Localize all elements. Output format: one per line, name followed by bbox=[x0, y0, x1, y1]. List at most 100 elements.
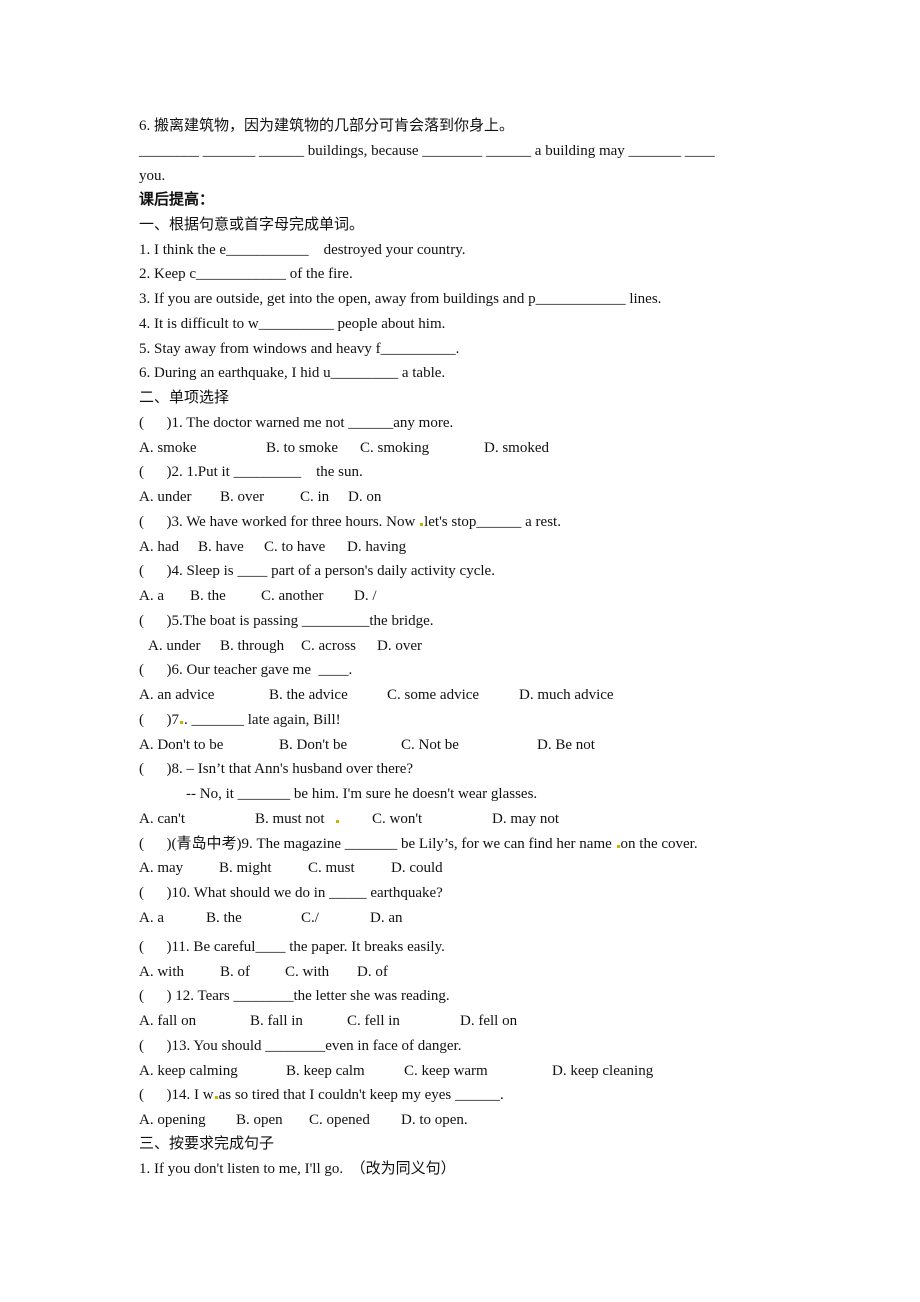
part1-item: 5. Stay away from windows and heavy f___… bbox=[139, 341, 460, 357]
option-c: C. opened bbox=[309, 1112, 370, 1128]
question-options: A. Don't to be B. Don't be C. Not be D. … bbox=[139, 733, 839, 757]
option-c: C. in bbox=[300, 489, 330, 505]
question-stem: ( )10. What should we do in _____ earthq… bbox=[139, 885, 443, 901]
part1-title: 一、根据句意或首字母完成单词。 bbox=[139, 217, 365, 233]
option-b: B. through bbox=[220, 638, 285, 654]
option-b: B. over bbox=[220, 489, 265, 505]
option-b: B. to smoke bbox=[266, 440, 339, 456]
question-options: A. a B. the C./ D. an bbox=[139, 906, 839, 930]
option-c: C. with bbox=[285, 964, 330, 980]
option-c: C. keep warm bbox=[404, 1063, 488, 1079]
question-stem: ( )14. I w as so tired that I couldn't ke… bbox=[139, 1083, 504, 1107]
option-b: B. fall in bbox=[250, 1013, 303, 1029]
question-options: A. opening B. open C. opened D. to open. bbox=[139, 1108, 839, 1132]
question-stem: ( )11. Be careful____ the paper. It brea… bbox=[139, 939, 445, 955]
option-d: D. having bbox=[347, 539, 407, 555]
question-options: A. fall on B. fall in C. fell in D. fell… bbox=[139, 1009, 839, 1033]
option-d: D. much advice bbox=[519, 687, 614, 703]
annotation-mark bbox=[180, 721, 183, 724]
question-stem: ( ) 12. Tears ________the letter she was… bbox=[139, 988, 450, 1004]
question-stem-part: . _______ late again, Bill! bbox=[184, 712, 341, 728]
part2-title: 二、单项选择 bbox=[139, 390, 230, 406]
prev-item6-blanks: ________ _______ ______ buildings, becau… bbox=[139, 143, 715, 159]
option-a: A. a bbox=[139, 588, 164, 604]
option-c: C. some advice bbox=[387, 687, 480, 703]
option-b: B. of bbox=[220, 964, 250, 980]
option-d: D. could bbox=[391, 860, 443, 876]
option-d: D. an bbox=[370, 910, 403, 926]
option-b: B. must not bbox=[255, 811, 325, 827]
question-stem-continued: -- No, it _______ be him. I'm sure he do… bbox=[186, 786, 538, 802]
question-stem: ( )3. We have worked for three hours. No… bbox=[139, 510, 561, 534]
option-c: C. another bbox=[261, 588, 324, 604]
question-stem-part: ( )14. I w bbox=[139, 1087, 214, 1103]
part3-title: 三、按要求完成句子 bbox=[139, 1136, 275, 1152]
option-c: C. to have bbox=[264, 539, 326, 555]
annotation-mark bbox=[335, 807, 340, 831]
question-options: A. smoke B. to smoke C. smoking D. smoke… bbox=[139, 436, 839, 460]
question-stem: ( )2. 1.Put it _________ the sun. bbox=[139, 464, 363, 480]
option-a: A. an advice bbox=[139, 687, 215, 703]
question-options: A. under B. through C. across D. over bbox=[139, 634, 839, 658]
option-a: A. fall on bbox=[139, 1013, 197, 1029]
question-options: A. may B. might C. must D. could bbox=[139, 856, 839, 880]
option-d: D. fell on bbox=[460, 1013, 518, 1029]
option-d: D. smoked bbox=[484, 440, 549, 456]
part1-item: 6. During an earthquake, I hid u________… bbox=[139, 365, 446, 381]
option-c: C. smoking bbox=[360, 440, 430, 456]
option-d: D. over bbox=[377, 638, 422, 654]
after-class-heading: 课后提高： bbox=[139, 192, 215, 208]
option-b: B. might bbox=[219, 860, 272, 876]
option-a: A. under bbox=[139, 489, 192, 505]
option-a: A. with bbox=[139, 964, 184, 980]
question-stem: ( )5.The boat is passing _________the br… bbox=[139, 613, 434, 629]
option-d: D. to open. bbox=[401, 1112, 468, 1128]
prev-item6-prompt: 6. 搬离建筑物，因为建筑物的几部分可肯会落到你身上。 bbox=[139, 118, 515, 134]
option-a: A. a bbox=[139, 910, 164, 926]
question-stem: ( )1. The doctor warned me not ______any… bbox=[139, 415, 454, 431]
question-stem: ( )7 . _______ late again, Bill! bbox=[139, 708, 341, 732]
question-stem: ( )6. Our teacher gave me ____. bbox=[139, 662, 353, 678]
option-c: C. across bbox=[301, 638, 356, 654]
question-options: A. an advice B. the advice C. some advic… bbox=[139, 683, 839, 707]
question-options: A. had B. have C. to have D. having bbox=[139, 535, 839, 559]
part3-item: 1. If you don't listen to me, I'll go. （… bbox=[139, 1161, 456, 1177]
part1-item: 1. I think the e___________ destroyed yo… bbox=[139, 242, 466, 258]
part1-item: 4. It is difficult to w__________ people… bbox=[139, 316, 446, 332]
question-options: A. with B. of C. with D. of bbox=[139, 960, 839, 984]
question-options: A. a B. the C. another D. / bbox=[139, 584, 839, 608]
annotation-mark bbox=[214, 1096, 218, 1099]
option-a: A. opening bbox=[139, 1112, 206, 1128]
option-a: A. under bbox=[148, 638, 201, 654]
question-options: A. under B. over C. in D. on bbox=[139, 485, 839, 509]
option-d: D. keep cleaning bbox=[552, 1063, 654, 1079]
option-b: B. Don't be bbox=[279, 737, 348, 753]
option-c: C. fell in bbox=[347, 1013, 400, 1029]
option-c: C./ bbox=[301, 910, 319, 926]
annotation-mark bbox=[420, 523, 424, 526]
question-stem-part: let's stop______ a rest. bbox=[424, 514, 561, 530]
option-b: B. open bbox=[236, 1112, 283, 1128]
option-c: C. Not be bbox=[401, 737, 459, 753]
option-b: B. the bbox=[206, 910, 242, 926]
question-stem-part: as so tired that I couldn't keep my eyes… bbox=[218, 1087, 504, 1103]
option-a: A. can't bbox=[139, 811, 186, 827]
question-stem-part: on the cover. bbox=[620, 836, 698, 852]
question-stem-part: ( )(青岛中考)9. The magazine _______ be Lily… bbox=[139, 836, 616, 852]
question-options: A. can't B. must not C. won't D. may not bbox=[139, 807, 839, 831]
question-stem: ( )13. You should ________even in face o… bbox=[139, 1038, 462, 1054]
option-d: D. / bbox=[354, 588, 377, 604]
option-a: A. Don't to be bbox=[139, 737, 224, 753]
option-d: D. of bbox=[357, 964, 388, 980]
option-b: B. the advice bbox=[269, 687, 348, 703]
document-page: 6. 搬离建筑物，因为建筑物的几部分可肯会落到你身上。 ________ ___… bbox=[0, 0, 920, 1302]
question-options: A. keep calming B. keep calm C. keep war… bbox=[139, 1059, 839, 1083]
option-b: B. have bbox=[198, 539, 244, 555]
option-a: A. had bbox=[139, 539, 179, 555]
question-stem: ( )(青岛中考)9. The magazine _______ be Lily… bbox=[139, 832, 698, 856]
option-d: D. on bbox=[348, 489, 382, 505]
question-stem-part: ( )7 bbox=[139, 712, 179, 728]
option-b: B. the bbox=[190, 588, 226, 604]
option-a: A. keep calming bbox=[139, 1063, 238, 1079]
prev-item6-end: you. bbox=[139, 168, 166, 184]
